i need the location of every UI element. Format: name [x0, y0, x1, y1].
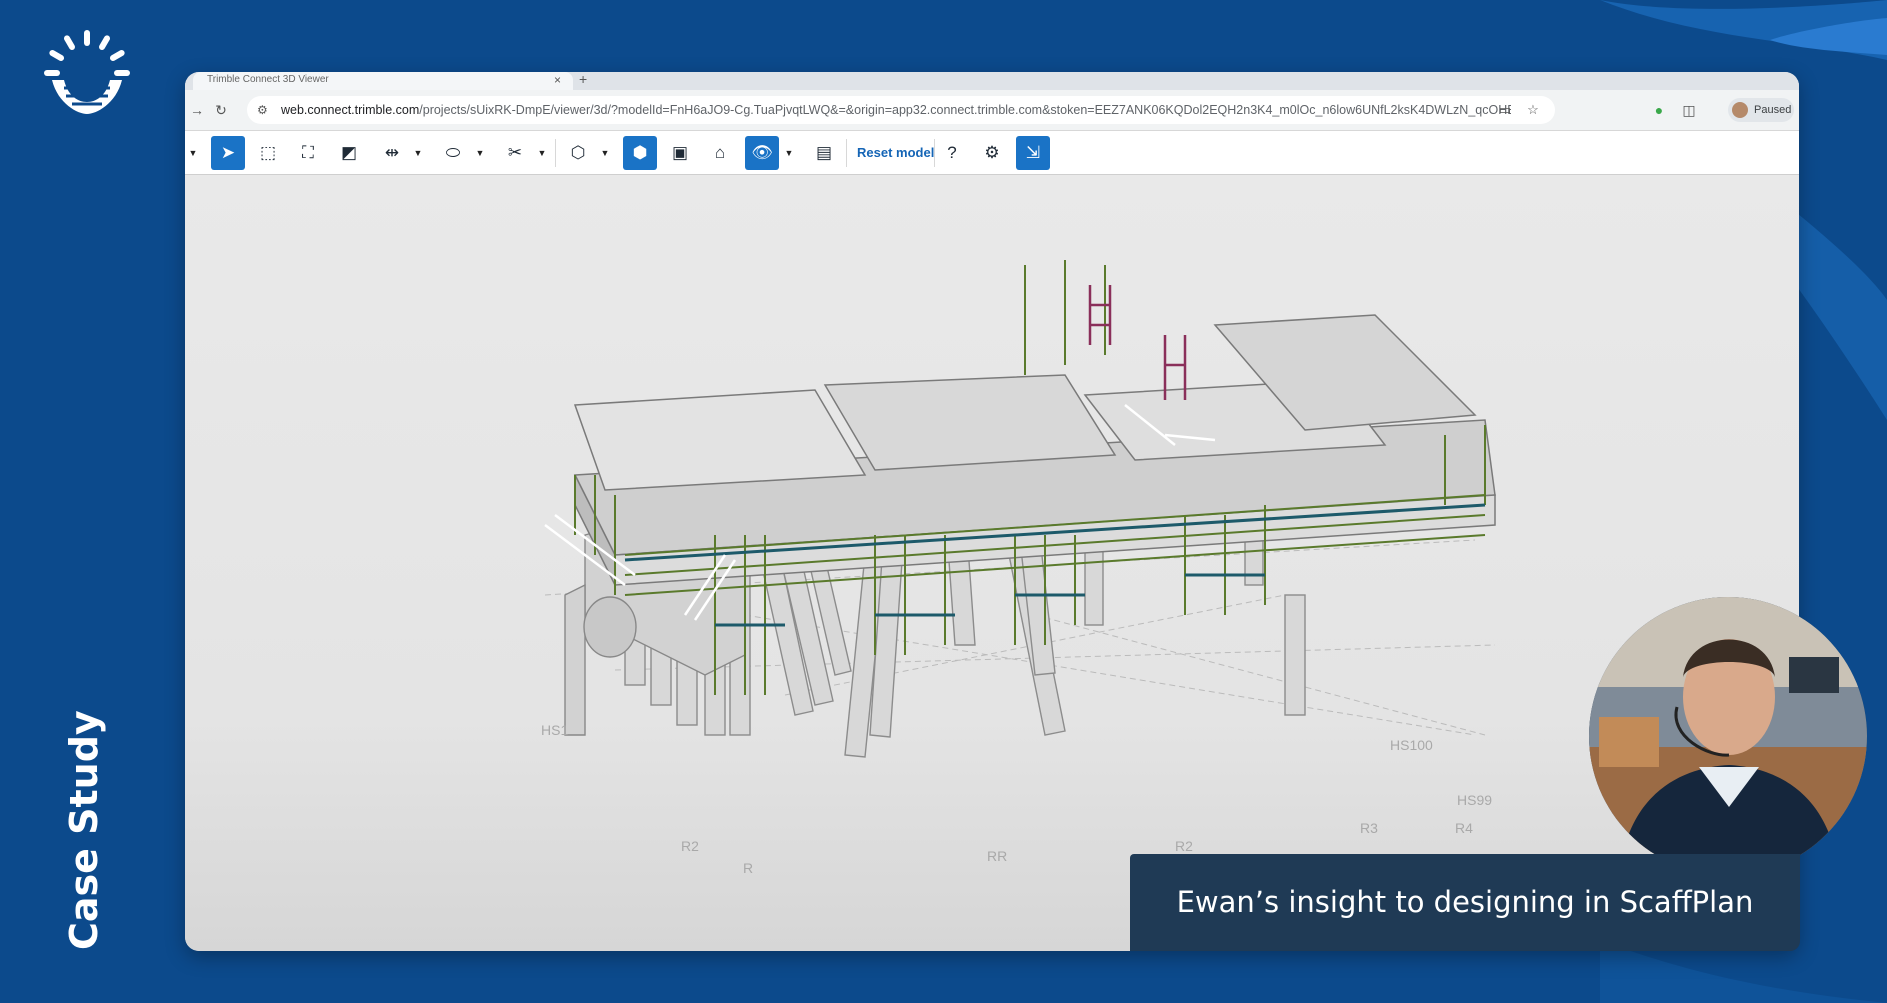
tab-title: Trimble Connect 3D Viewer [207, 74, 329, 85]
close-tab-icon[interactable]: × [554, 72, 561, 88]
measure-dropdown-icon[interactable]: ▼ [412, 136, 424, 170]
reload-icon[interactable]: ↻ [211, 100, 231, 120]
presenter-webcam [1589, 597, 1867, 875]
avatar [1732, 102, 1748, 118]
company-logo-icon [44, 30, 130, 114]
markup-tool-button[interactable]: ◩ [332, 136, 366, 170]
fit-to-view-button[interactable]: ⛶ [291, 136, 325, 170]
walk-mode-button[interactable]: ⌂ [703, 136, 737, 170]
3d-view-button[interactable]: ⬢ [623, 136, 657, 170]
grid-label: RR [987, 848, 1007, 864]
grid-label: R [743, 860, 753, 876]
toolbar-divider [846, 139, 847, 167]
grid-label: R2 [681, 838, 699, 854]
forward-icon[interactable]: → [187, 100, 207, 120]
bookmark-star-icon[interactable]: ☆ [1525, 102, 1541, 118]
grid-label: HS100 [1390, 737, 1433, 753]
shape-dropdown-icon[interactable]: ▼ [474, 136, 486, 170]
new-tab-icon[interactable]: + [579, 72, 587, 87]
browser-window: Trimble Connect 3D Viewer × + → ↻ ⚙ web.… [185, 72, 1799, 951]
3d-viewport[interactable]: HS1 HS100 HS99 R3 R4 R2 RR R R2 [185, 175, 1799, 951]
offshore-platform-model[interactable]: HS1 HS100 HS99 R3 R4 R2 RR R R2 [185, 175, 1799, 951]
section-view-button[interactable]: ▣ [663, 136, 697, 170]
box-select-button[interactable]: ⬚ [251, 136, 285, 170]
case-study-label: Case Study [62, 710, 106, 950]
chevron-down-icon[interactable]: ▼ [187, 136, 199, 170]
url-host: web.connect.trimble.com [281, 103, 420, 117]
grid-label: R2 [1175, 838, 1193, 854]
profile-button[interactable]: Paused [1728, 98, 1794, 122]
address-bar: → ↻ ⚙ web.connect.trimble.com/projects/s… [185, 90, 1799, 131]
browser-tab-bar: Trimble Connect 3D Viewer × + [185, 72, 1799, 90]
reset-model-button[interactable]: Reset model [851, 136, 940, 170]
visibility-dropdown-icon[interactable]: ▼ [783, 136, 795, 170]
grid-label: R4 [1455, 820, 1473, 836]
cast-icon[interactable]: ▭ [1497, 102, 1513, 118]
toolbar-divider [555, 139, 556, 167]
url-path: /projects/sUixRK-DmpE/viewer/3d/?modelId… [419, 103, 1511, 117]
view-dropdown-icon[interactable]: ▼ [599, 136, 611, 170]
slide-caption: Ewan’s insight to designing in ScaffPlan [1130, 854, 1800, 951]
site-settings-icon[interactable]: ⚙ [257, 102, 273, 118]
settings-gear-icon[interactable]: ⚙ [975, 136, 1009, 170]
grid-label: R3 [1360, 820, 1378, 836]
help-icon[interactable]: ? [935, 136, 969, 170]
extension-icon[interactable]: ● [1649, 100, 1669, 120]
select-tool-button[interactable]: ➤ [211, 136, 245, 170]
url-field[interactable]: ⚙ web.connect.trimble.com/projects/sUixR… [247, 96, 1555, 124]
extensions-puzzle-icon[interactable]: ◫ [1679, 100, 1699, 120]
view-cube-button[interactable]: ⬡ [561, 136, 595, 170]
visibility-button[interactable]: 👁 [745, 136, 779, 170]
grid-view-button[interactable]: ▤ [807, 136, 841, 170]
clip-dropdown-icon[interactable]: ▼ [536, 136, 548, 170]
measure-tool-button[interactable]: ⇹ [375, 136, 409, 170]
browser-tab[interactable]: Trimble Connect 3D Viewer × [193, 72, 573, 90]
profile-status: Paused [1754, 104, 1792, 116]
grid-label: HS99 [1457, 792, 1492, 808]
grid-label: HS1 [541, 722, 568, 738]
exit-fullscreen-icon[interactable]: ⇲ [1016, 136, 1050, 170]
viewer-toolbar: ▼ ➤ ⬚ ⛶ ◩ ⇹ ▼ ⬭ ▼ ✂ ▼ ⬡ ▼ ⬢ ▣ ⌂ 👁 ▼ ▤ Re… [185, 131, 1799, 175]
clip-tool-button[interactable]: ✂ [498, 136, 532, 170]
shape-tool-button[interactable]: ⬭ [436, 136, 470, 170]
